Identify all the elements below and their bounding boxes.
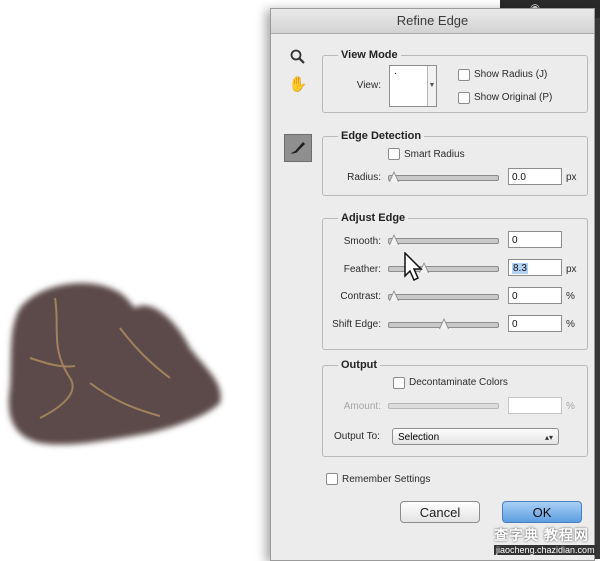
view-preview-thumb: · (394, 68, 398, 79)
contrast-slider-thumb[interactable] (389, 290, 399, 301)
remember-settings-label: Remember Settings (342, 474, 431, 485)
contrast-slider[interactable] (388, 290, 499, 301)
smart-radius-label: Smart Radius (404, 149, 465, 160)
shift-edge-slider[interactable] (388, 318, 499, 329)
document-canvas (0, 0, 270, 559)
dialog-title: Refine Edge (271, 9, 594, 34)
shift-edge-label: Shift Edge: (332, 319, 381, 330)
show-radius-checkbox[interactable] (458, 69, 470, 81)
contrast-input[interactable]: 0 (508, 287, 562, 304)
refine-radius-brush-icon[interactable] (284, 134, 312, 162)
contrast-label: Contrast: (340, 291, 381, 302)
radius-unit: px (566, 172, 577, 183)
contrast-unit: % (566, 291, 575, 302)
shift-edge-slider-thumb[interactable] (438, 318, 449, 329)
output-to-select[interactable]: Selection ▴▾ (392, 428, 559, 445)
feather-input[interactable]: 8.3 (508, 259, 562, 276)
radius-label: Radius: (347, 172, 381, 183)
smooth-label: Smooth: (343, 236, 381, 247)
edge-detection-group: Edge Detection (322, 130, 588, 196)
edge-detection-legend: Edge Detection (341, 130, 422, 142)
output-legend: Output (341, 359, 378, 371)
chevron-down-icon: ▼ (427, 66, 436, 106)
amount-slider (388, 403, 499, 409)
feather-label: Feather: (343, 264, 381, 275)
remember-settings-checkbox[interactable] (326, 473, 338, 485)
shift-edge-input[interactable]: 0 (508, 315, 562, 332)
arrow-cursor-icon (404, 251, 424, 287)
amount-input (508, 397, 562, 414)
watermark: 查字典 教程网 jiaocheng.chazidian.com (494, 525, 597, 559)
amount-unit: % (566, 401, 575, 412)
radius-slider-thumb[interactable] (389, 171, 399, 182)
smart-radius-checkbox[interactable] (388, 148, 400, 160)
radius-input[interactable]: 0.0 (508, 168, 562, 185)
smooth-input[interactable]: 0 (508, 231, 562, 248)
magnifier-icon[interactable] (287, 49, 309, 71)
feather-value-selected: 8.3 (512, 263, 528, 274)
radius-slider[interactable] (388, 171, 499, 182)
output-to-value: Selection (398, 432, 440, 443)
view-mode-legend: View Mode (341, 49, 398, 61)
smooth-slider-thumb[interactable] (389, 234, 399, 245)
feather-unit: px (566, 264, 577, 275)
hand-icon[interactable]: ✋ (287, 74, 309, 96)
amount-label: Amount: (343, 401, 381, 412)
shift-edge-unit: % (566, 319, 575, 330)
rock-image (0, 268, 230, 458)
view-mode-dropdown[interactable]: · ▼ (389, 65, 437, 107)
smooth-slider[interactable] (388, 234, 499, 245)
output-to-label: Output To: (334, 431, 380, 442)
watermark-url: jiaocheng.chazidian.com (494, 545, 597, 555)
refine-edge-dialog: Refine Edge ✋ View Mode View: · ▼ Show R… (270, 8, 595, 561)
decontaminate-label: Decontaminate Colors (409, 377, 508, 388)
view-label: View: (356, 80, 381, 91)
select-arrows-icon: ▴▾ (544, 433, 553, 442)
cancel-button[interactable]: Cancel (400, 501, 480, 523)
show-radius-label: Show Radius (J) (474, 69, 548, 80)
show-original-label: Show Original (P) (474, 92, 553, 103)
show-original-checkbox[interactable] (458, 92, 470, 104)
ok-button[interactable]: OK (502, 501, 582, 523)
adjust-edge-legend: Adjust Edge (341, 212, 406, 224)
watermark-title: 查字典 教程网 (494, 527, 589, 543)
decontaminate-checkbox[interactable] (393, 377, 405, 389)
